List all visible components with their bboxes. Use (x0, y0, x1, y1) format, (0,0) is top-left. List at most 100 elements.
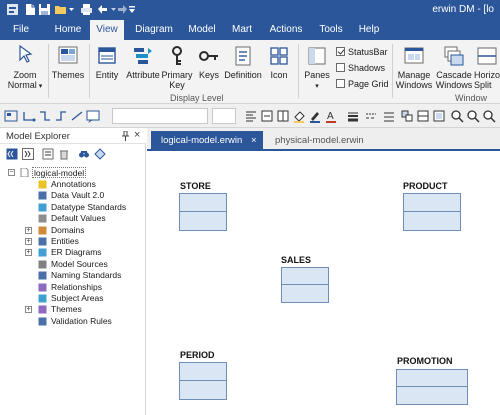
tree-expand-toggle[interactable]: + (25, 238, 32, 245)
pen-color-icon[interactable] (308, 109, 322, 123)
tree-item[interactable]: Naming Standards (51, 270, 121, 281)
entity-icon (98, 47, 116, 64)
definition-button[interactable]: Definition (222, 42, 264, 92)
statusbar-checkbox[interactable]: StatusBar (336, 46, 388, 58)
find-icon[interactable] (78, 148, 90, 160)
customize-icon[interactable] (128, 3, 136, 16)
manage-windows-button[interactable]: Manage Windows (394, 42, 434, 92)
close-tab-button[interactable]: × (251, 131, 257, 150)
model-explorer-pane: Model Explorer × − logical-model Annotat… (0, 128, 146, 415)
tree-item[interactable]: Entities (51, 236, 79, 247)
folder-icon[interactable] (54, 3, 67, 16)
entity-store[interactable] (179, 193, 227, 231)
entity-sales[interactable] (281, 267, 329, 303)
tree-expand-toggle[interactable]: + (25, 227, 32, 234)
collapse-icon[interactable] (6, 148, 18, 160)
tree-item[interactable]: Subject Areas (51, 293, 103, 304)
display-level-group-label: Display Level (170, 93, 224, 103)
delete-icon[interactable] (58, 148, 70, 160)
font-color-icon[interactable]: A (324, 109, 338, 123)
expand-icon[interactable] (22, 148, 34, 160)
save-icon[interactable] (38, 3, 51, 16)
properties-icon[interactable] (42, 148, 54, 160)
shadows-checkbox[interactable]: Shadows (336, 62, 385, 74)
primary-key-button[interactable]: Primary Key (160, 42, 194, 92)
panes-button[interactable]: Panes ▾ (302, 42, 332, 92)
cascade-windows-button[interactable]: Cascade Windows (434, 42, 474, 92)
align-right-icon[interactable] (276, 109, 290, 123)
page-grid-checkbox[interactable]: Page Grid (336, 78, 389, 90)
menu-tab-actions[interactable]: Actions (264, 20, 308, 40)
align-center-icon[interactable] (260, 109, 274, 123)
window-group-label: Window (455, 93, 488, 103)
tree-item[interactable]: Themes (51, 304, 82, 315)
line-dash-icon[interactable] (364, 109, 378, 123)
tree-item[interactable]: Default Values (51, 213, 106, 224)
tree-root-logical-model[interactable]: logical-model (32, 167, 87, 178)
straight-line-icon[interactable] (70, 109, 84, 123)
entity-product[interactable] (403, 193, 461, 231)
entity-store-attribute-area (180, 212, 226, 230)
bring-front-icon[interactable] (416, 109, 430, 123)
tree-item[interactable]: Model Sources (51, 259, 108, 270)
menu-tab-view[interactable]: View (90, 20, 124, 40)
zoom-in-icon[interactable] (450, 109, 464, 123)
zoom-normal-button[interactable]: Zoom Normal ▾ (4, 42, 46, 92)
tree-expand-toggle[interactable]: + (25, 249, 32, 256)
menu-tab-mart[interactable]: Mart (226, 20, 258, 40)
tree-expand-toggle[interactable]: + (25, 306, 32, 313)
zoom-out-icon[interactable] (466, 109, 480, 123)
statusbar-checkbox-box[interactable] (336, 47, 345, 56)
note-icon[interactable] (86, 109, 100, 123)
tab-logical-model[interactable]: logical-model.erwin × (151, 131, 263, 150)
close-pane-button[interactable]: × (134, 129, 140, 141)
icon-button[interactable]: Icon (266, 42, 292, 92)
tree-collapse-toggle[interactable]: − (8, 169, 15, 176)
menu-tab-tools[interactable]: Tools (314, 20, 348, 40)
elbow-line-icon[interactable] (54, 109, 68, 123)
shadows-checkbox-box[interactable] (336, 63, 345, 72)
print-icon[interactable] (80, 3, 93, 16)
align-left-icon[interactable] (244, 109, 258, 123)
menu-tab-help[interactable]: Help (354, 20, 384, 40)
orthogonal-line-icon[interactable] (38, 109, 52, 123)
relationship-tool-icon[interactable] (22, 109, 36, 123)
font-name-combo[interactable] (112, 108, 208, 124)
filter-icon[interactable] (94, 148, 106, 160)
menu-tab-home[interactable]: Home (50, 20, 86, 40)
entity-period[interactable] (179, 362, 227, 400)
menu-tab-model[interactable]: Model (182, 20, 222, 40)
tab-physical-model[interactable]: physical-model.erwin (271, 131, 381, 150)
line-weight-icon[interactable] (382, 109, 396, 123)
app-icon[interactable] (6, 3, 19, 16)
tree-item[interactable]: Validation Rules (51, 316, 112, 327)
tree-item[interactable]: Datatype Standards (51, 202, 126, 213)
tree-item[interactable]: Relationships (51, 282, 102, 293)
tree-item[interactable]: Data Vault 2.0 (51, 190, 104, 201)
chevron-down-icon[interactable] (68, 3, 75, 16)
pin-icon[interactable] (121, 131, 130, 141)
menu-tab-file[interactable]: File (4, 20, 38, 40)
horizontal-split-button[interactable]: Horizon Split (474, 42, 500, 92)
undo-icon[interactable] (96, 3, 109, 16)
menu-tab-diagram[interactable]: Diagram (130, 20, 178, 40)
font-size-combo[interactable] (212, 108, 236, 124)
tree-item[interactable]: ER Diagrams (51, 247, 102, 258)
group-icon[interactable] (432, 109, 446, 123)
entity-button[interactable]: Entity (92, 42, 122, 92)
entity-promotion[interactable] (396, 369, 468, 405)
layout-icon[interactable] (4, 109, 18, 123)
line-style-icon[interactable] (346, 109, 360, 123)
keys-button[interactable]: Keys (196, 42, 222, 92)
page-grid-checkbox-box[interactable] (336, 79, 345, 88)
new-icon[interactable] (24, 3, 37, 16)
attribute-button[interactable]: Attribute (124, 42, 162, 92)
zoom-fit-icon[interactable] (482, 109, 496, 123)
arrange-icon[interactable] (400, 109, 414, 123)
entity-name-product: PRODUCT (403, 181, 448, 191)
fill-color-icon[interactable] (292, 109, 306, 123)
diagram-canvas[interactable]: STORE PRODUCT SALES PERIOD PROMOTION (147, 151, 500, 415)
tree-item[interactable]: Annotations (51, 179, 96, 190)
tree-item[interactable]: Domains (51, 225, 85, 236)
themes-button[interactable]: Themes (50, 42, 86, 92)
